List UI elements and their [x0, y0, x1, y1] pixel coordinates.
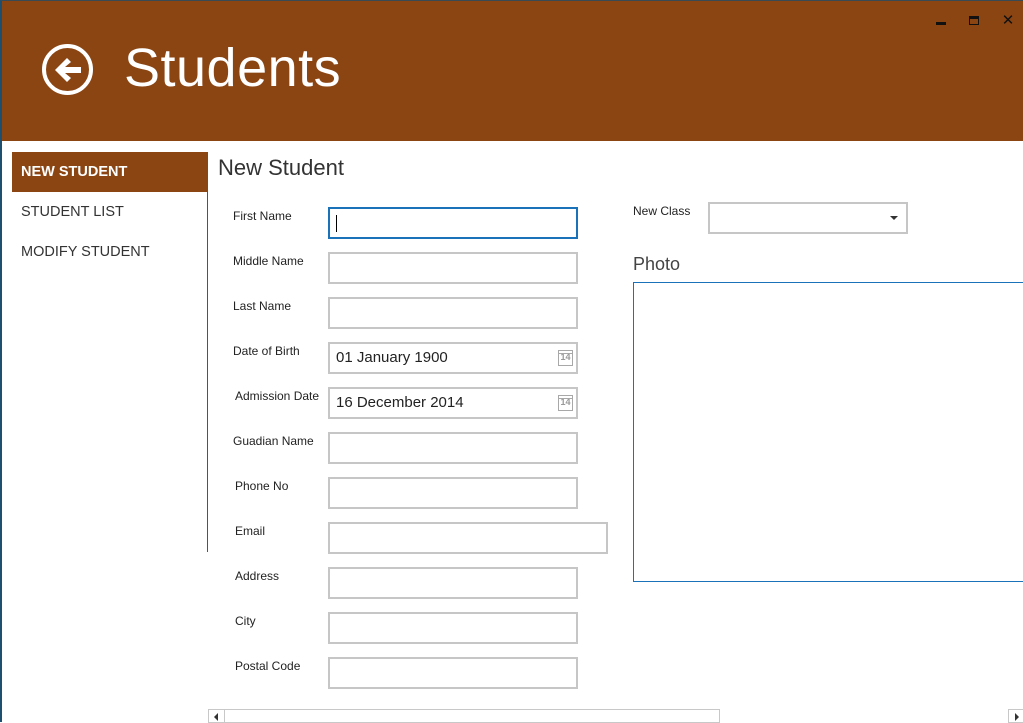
- last-name-input[interactable]: [328, 297, 578, 329]
- middle-name-label: Middle Name: [233, 254, 304, 268]
- address-label: Address: [235, 569, 280, 583]
- close-button[interactable]: ✕: [996, 9, 1020, 31]
- form-title: New Student: [218, 155, 344, 180]
- email-label: Email: [235, 524, 266, 538]
- admission-date-value: 16 December 2014: [336, 394, 464, 411]
- maximize-button[interactable]: [962, 9, 986, 31]
- scroll-left-button[interactable]: [208, 709, 225, 723]
- city-input[interactable]: [328, 612, 578, 644]
- sidebar-item-modify-student[interactable]: MODIFY STUDENT: [12, 232, 207, 272]
- maximize-icon: [969, 15, 979, 25]
- new-class-label: New Class: [633, 204, 691, 218]
- last-name-label: Last Name: [233, 299, 292, 313]
- text-caret: [336, 215, 337, 232]
- minimize-icon: [936, 21, 946, 25]
- app-window: Students ✕ NEW STUDENT STUDENT LIST MODI…: [0, 0, 1023, 723]
- chevron-down-icon: [890, 216, 898, 220]
- sidebar-nav: NEW STUDENT STUDENT LIST MODIFY STUDENT: [12, 152, 208, 552]
- guardian-name-input[interactable]: [328, 432, 578, 464]
- new-class-dropdown[interactable]: [708, 202, 908, 234]
- phone-no-input[interactable]: [328, 477, 578, 509]
- calendar-icon[interactable]: 14: [558, 350, 573, 366]
- sidebar-item-new-student[interactable]: NEW STUDENT: [12, 152, 207, 192]
- admission-date-label: Admission Date: [235, 389, 320, 403]
- postal-code-input[interactable]: [328, 657, 578, 689]
- phone-no-label: Phone No: [235, 479, 289, 493]
- date-of-birth-value: 01 January 1900: [336, 349, 448, 366]
- close-icon: ✕: [1001, 11, 1015, 29]
- minimize-button[interactable]: [929, 9, 953, 31]
- sidebar-item-student-list[interactable]: STUDENT LIST: [12, 192, 207, 232]
- photo-area[interactable]: [633, 282, 1023, 582]
- calendar-icon[interactable]: 14: [558, 395, 573, 411]
- header-bar: Students ✕: [2, 1, 1023, 141]
- city-label: City: [235, 614, 256, 628]
- guardian-name-label: Guadian Name: [233, 434, 314, 448]
- scroll-right-button[interactable]: [1008, 709, 1023, 723]
- date-of-birth-picker[interactable]: 01 January 1900 14: [328, 342, 578, 374]
- back-button[interactable]: [42, 44, 93, 95]
- postal-code-label: Postal Code: [235, 659, 301, 673]
- horizontal-scrollbar[interactable]: [208, 709, 1023, 723]
- first-name-input[interactable]: [328, 207, 578, 239]
- photo-title: Photo: [633, 254, 681, 274]
- email-input[interactable]: [328, 522, 608, 554]
- first-name-label: First Name: [233, 209, 292, 223]
- admission-date-picker[interactable]: 16 December 2014 14: [328, 387, 578, 419]
- scrollbar-thumb[interactable]: [225, 709, 720, 723]
- middle-name-input[interactable]: [328, 252, 578, 284]
- page-title: Students: [124, 38, 342, 98]
- address-input[interactable]: [328, 567, 578, 599]
- arrow-left-icon: [55, 58, 81, 82]
- date-of-birth-label: Date of Birth: [233, 344, 300, 358]
